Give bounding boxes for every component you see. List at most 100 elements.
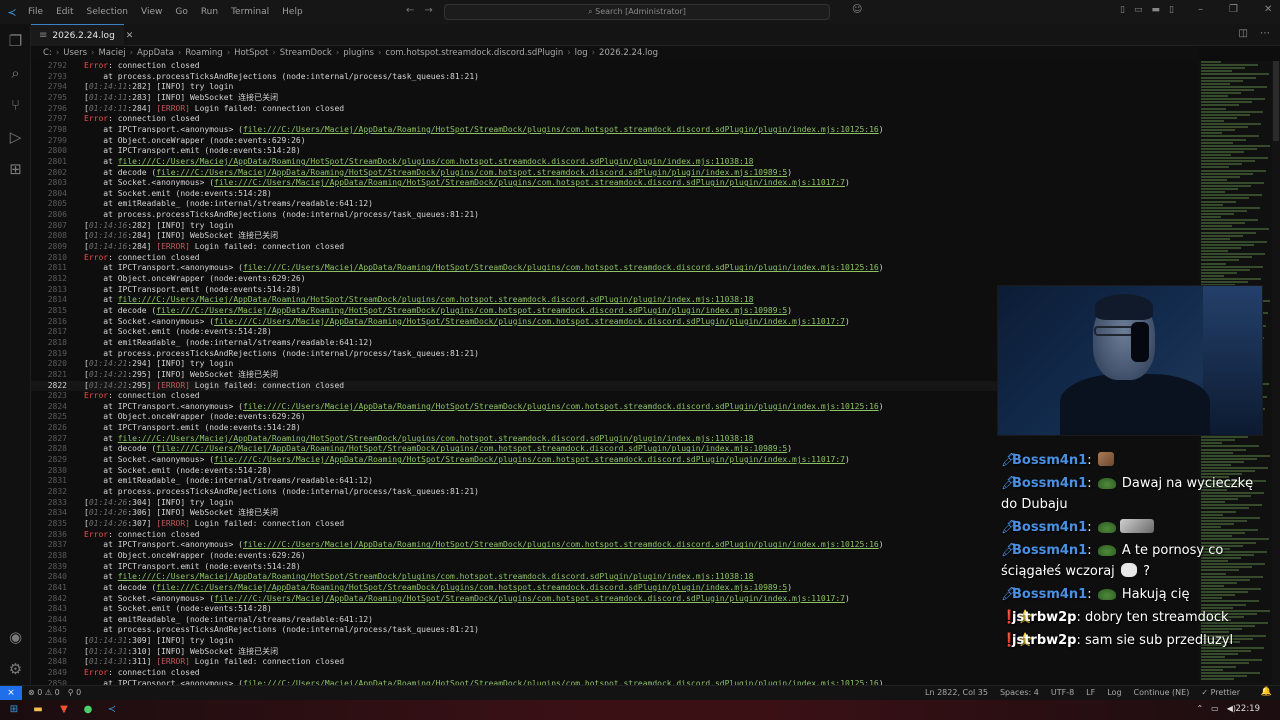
file-link[interactable]: file:///C:/Users/Maciej/AppData/Roaming/…: [243, 125, 879, 134]
toggle-sidebar-icon[interactable]: ▯: [1120, 5, 1125, 15]
file-link[interactable]: file:///C:/Users/Maciej/AppData/Roaming/…: [156, 306, 787, 315]
code-line[interactable]: 2792 Error: connection closed: [31, 61, 1199, 72]
code-line[interactable]: 2848 [01:14:31:311] [ERROR] Login failed:…: [31, 657, 1199, 668]
close-tab-icon[interactable]: ✕: [126, 31, 134, 41]
ports-count[interactable]: ⚲ 0: [68, 688, 82, 697]
scrollbar-thumb[interactable]: [1273, 61, 1279, 141]
code-line[interactable]: 2812 at Object.onceWrapper (node:events:…: [31, 274, 1199, 285]
breadcrumb-item[interactable]: StreamDock: [280, 48, 332, 58]
code-line[interactable]: 2793 at process.processTicksAndRejection…: [31, 72, 1199, 83]
file-link[interactable]: file:///C:/Users/Maciej/AppData/Roaming/…: [156, 444, 787, 453]
search-view-icon[interactable]: ⌕: [0, 64, 31, 82]
breadcrumb-item[interactable]: C:: [43, 48, 52, 58]
brave-browser-icon[interactable]: ▼: [56, 703, 72, 717]
code-line[interactable]: 2802 at decode (file:///C:/Users/Maciej/…: [31, 168, 1199, 179]
copilot-icon[interactable]: ☺: [852, 4, 862, 15]
tab-log-file[interactable]: ≡ 2026.2.24.log ✕: [31, 24, 133, 46]
settings-gear-icon[interactable]: ⚙: [0, 660, 31, 678]
menu-go[interactable]: Go: [175, 7, 187, 17]
breadcrumb-item[interactable]: Users: [63, 48, 87, 58]
taskbar-clock[interactable]: 22:19: [1236, 704, 1261, 714]
menu-selection[interactable]: Selection: [87, 7, 128, 17]
code-line[interactable]: 2796 [01:14:11:284] [ERROR] Login failed:…: [31, 104, 1199, 115]
back-arrow-icon[interactable]: ←: [406, 5, 414, 16]
language-mode[interactable]: Log: [1107, 688, 1121, 697]
menu-run[interactable]: Run: [201, 7, 218, 17]
menu-file[interactable]: File: [28, 7, 43, 17]
account-icon[interactable]: ◉: [0, 628, 31, 646]
code-line[interactable]: 2798 at IPCTransport.<anonymous> (file:/…: [31, 125, 1199, 136]
tray-overflow-icon[interactable]: ⌃: [1196, 704, 1203, 713]
continue-status[interactable]: Continue (NE): [1134, 688, 1190, 697]
code-line[interactable]: 2849 Error: connection closed: [31, 668, 1199, 679]
file-link[interactable]: file:///C:/Users/Maciej/AppData/Roaming/…: [156, 168, 787, 177]
menu-terminal[interactable]: Terminal: [231, 7, 269, 17]
indent-spaces[interactable]: Spaces: 4: [1000, 688, 1039, 697]
run-debug-icon[interactable]: ▷: [0, 128, 31, 146]
file-link[interactable]: file:///C:/Users/Maciej/AppData/Roaming/…: [118, 157, 754, 166]
code-line[interactable]: 2797 Error: connection closed: [31, 114, 1199, 125]
vertical-scrollbar[interactable]: [1272, 61, 1280, 685]
toggle-secondary-sidebar-icon[interactable]: ▯: [1169, 5, 1174, 15]
code-line[interactable]: 2805 at emitReadable_ (node:internal/str…: [31, 199, 1199, 210]
file-link[interactable]: file:///C:/Users/Maciej/AppData/Roaming/…: [214, 455, 845, 464]
explorer-icon[interactable]: ❐: [0, 32, 31, 50]
cursor-position[interactable]: Ln 2822, Col 35: [925, 688, 988, 697]
file-link[interactable]: file:///C:/Users/Maciej/AppData/Roaming/…: [156, 583, 787, 592]
minimize-icon[interactable]: –: [1198, 4, 1203, 15]
code-line[interactable]: 2794 [01:14:11:282] [INFO] try login: [31, 82, 1199, 93]
code-line[interactable]: 2799 at Object.onceWrapper (node:events:…: [31, 136, 1199, 147]
file-link[interactable]: file:///C:/Users/Maciej/AppData/Roaming/…: [243, 402, 879, 411]
breadcrumb-item[interactable]: plugins: [343, 48, 374, 58]
file-link[interactable]: file:///C:/Users/Maciej/AppData/Roaming/…: [214, 594, 845, 603]
file-encoding[interactable]: UTF-8: [1051, 688, 1074, 697]
network-icon[interactable]: ▭: [1211, 704, 1219, 713]
split-editor-icon[interactable]: ◫: [1239, 28, 1248, 39]
code-line[interactable]: 2803 at Socket.<anonymous> (file:///C:/U…: [31, 178, 1199, 189]
more-actions-icon[interactable]: ⋯: [1260, 28, 1270, 39]
breadcrumb-item[interactable]: HotSpot: [234, 48, 268, 58]
prettier-status[interactable]: ✓ Prettier: [1201, 688, 1240, 697]
code-line[interactable]: 2807 [01:14:16:282] [INFO] try login: [31, 221, 1199, 232]
menu-help[interactable]: Help: [282, 7, 303, 17]
breadcrumb-item[interactable]: Roaming: [185, 48, 222, 58]
code-line[interactable]: 2809 [01:14:16:284] [ERROR] Login failed:…: [31, 242, 1199, 253]
start-icon[interactable]: ⊞: [6, 703, 22, 717]
file-link[interactable]: file:///C:/Users/Maciej/AppData/Roaming/…: [214, 178, 845, 187]
code-line[interactable]: 2795 [01:14:11:283] [INFO] WebSocket 连接已关…: [31, 93, 1199, 104]
breadcrumb-item[interactable]: Maciej: [98, 48, 125, 58]
close-window-icon[interactable]: ✕: [1264, 4, 1272, 15]
breadcrumb-item[interactable]: log: [575, 48, 588, 58]
remote-indicator-icon[interactable]: ⨯: [0, 686, 22, 701]
source-control-icon[interactable]: ⑂: [0, 96, 31, 114]
toggle-panel-icon[interactable]: ▬: [1151, 5, 1160, 15]
code-line[interactable]: 2810 Error: connection closed: [31, 253, 1199, 264]
code-line[interactable]: 2801 at file:///C:/Users/Maciej/AppData/…: [31, 157, 1199, 168]
breadcrumb-item[interactable]: com.hotspot.streamdock.discord.sdPlugin: [385, 48, 563, 58]
file-link[interactable]: file:///C:/Users/Maciej/AppData/Roaming/…: [118, 572, 754, 581]
code-line[interactable]: 2804 at Socket.emit (node:events:514:28): [31, 189, 1199, 200]
vscode-taskbar-icon[interactable]: ≺: [104, 703, 120, 717]
problems-count[interactable]: ⊗ 0 ⚠ 0: [28, 688, 60, 697]
file-link[interactable]: file:///C:/Users/Maciej/AppData/Roaming/…: [214, 317, 845, 326]
menu-view[interactable]: View: [141, 7, 162, 17]
command-center-search[interactable]: ⌕ Search [Administrator]: [444, 4, 830, 20]
forward-arrow-icon[interactable]: →: [424, 5, 432, 16]
restore-icon[interactable]: ❐: [1229, 4, 1238, 15]
code-line[interactable]: 2811 at IPCTransport.<anonymous> (file:/…: [31, 263, 1199, 274]
file-link[interactable]: file:///C:/Users/Maciej/AppData/Roaming/…: [118, 295, 754, 304]
extensions-icon[interactable]: ⊞: [0, 160, 31, 178]
breadcrumb-item[interactable]: 2026.2.24.log: [599, 48, 658, 58]
file-link[interactable]: file:///C:/Users/Maciej/AppData/Roaming/…: [243, 540, 879, 549]
notifications-bell-icon[interactable]: 🔔: [1261, 687, 1272, 697]
app-green-icon[interactable]: ●: [80, 703, 96, 717]
breadcrumb-item[interactable]: AppData: [137, 48, 174, 58]
menu-edit[interactable]: Edit: [56, 7, 73, 17]
file-link[interactable]: file:///C:/Users/Maciej/AppData/Roaming/…: [118, 434, 754, 443]
file-explorer-icon[interactable]: ▬: [30, 703, 46, 717]
code-line[interactable]: 2808 [01:14:16:284] [INFO] WebSocket 连接已关…: [31, 231, 1199, 242]
toggle-editor-icon[interactable]: ▭: [1134, 5, 1143, 15]
code-line[interactable]: 2800 at IPCTransport.emit (node:events:5…: [31, 146, 1199, 157]
code-line[interactable]: 2806 at process.processTicksAndRejection…: [31, 210, 1199, 221]
end-of-line[interactable]: LF: [1086, 688, 1095, 697]
